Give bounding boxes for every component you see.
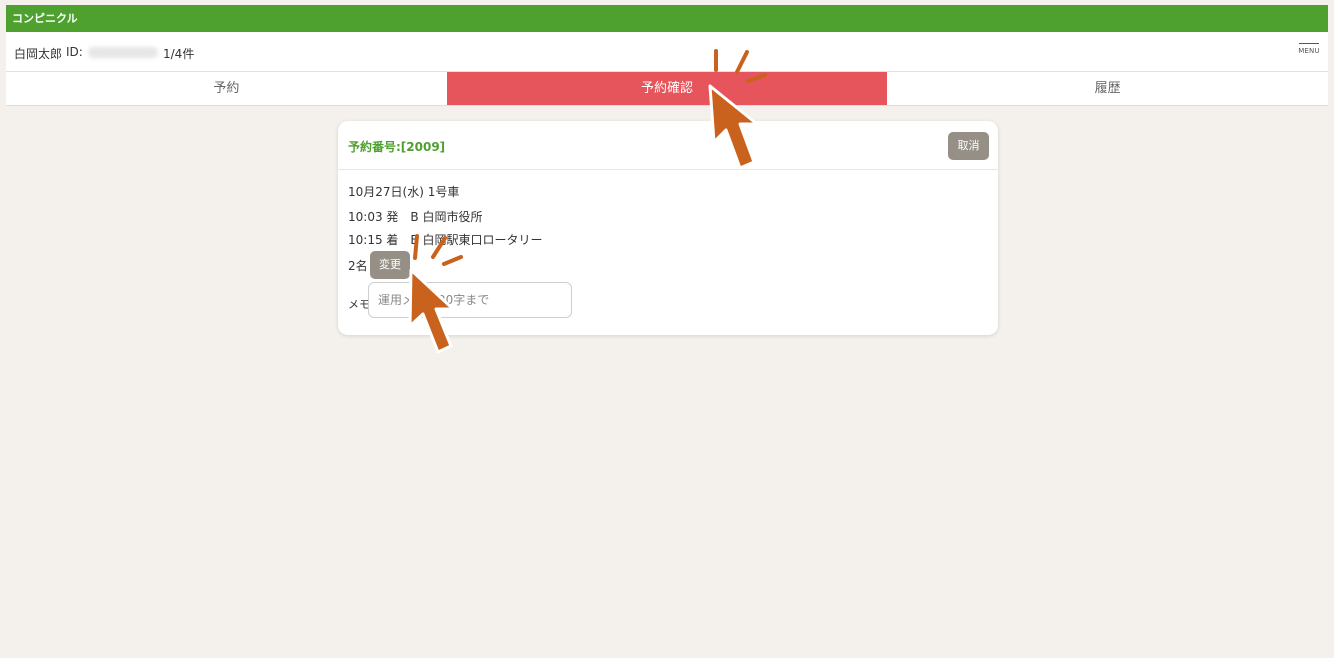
user-id-redacted: [88, 47, 158, 58]
reservation-number: 予約番号:[2009]: [348, 140, 446, 154]
app-title: コンピニクル: [12, 12, 78, 25]
passenger-count: 2名: [348, 259, 368, 273]
app-frame: コンピニクル 白岡太郎 ID: 1/4件 MENU 予約 予約確認 履歴 予約番…: [6, 5, 1328, 658]
reservation-date: 10月27日(水) 1号車: [348, 185, 460, 199]
reservation-count: 1/4件: [163, 47, 195, 61]
reservation-card: 予約番号:[2009] 取消 10月27日(水) 1号車 10:03 発 B 白…: [338, 121, 998, 335]
arrival-line: 10:15 着 B 白岡駅東口ロータリー: [348, 233, 543, 247]
user-name: 白岡太郎: [14, 47, 63, 61]
tab-reservation[interactable]: 予約: [6, 72, 447, 105]
memo-label: メモ: [348, 298, 370, 311]
tab-reservation-confirm[interactable]: 予約確認: [446, 72, 888, 105]
user-id-label: ID:: [66, 45, 83, 59]
app-title-bar: コンピニクル: [6, 5, 1328, 32]
menu-label: MENU: [1298, 47, 1320, 55]
reservation-card-header: 予約番号:[2009] 取消: [338, 121, 998, 170]
menu-button[interactable]: MENU: [1296, 40, 1322, 66]
tab-bar: 予約 予約確認 履歴: [6, 72, 1328, 106]
memo-input[interactable]: [368, 282, 572, 318]
hamburger-menu-icon: [1299, 43, 1319, 44]
tab-history[interactable]: 履歴: [887, 72, 1328, 105]
cancel-button[interactable]: 取消: [948, 132, 989, 160]
departure-line: 10:03 発 B 白岡市役所: [348, 210, 483, 224]
change-button[interactable]: 変更: [370, 251, 410, 279]
user-bar: 白岡太郎 ID: 1/4件 MENU: [6, 32, 1328, 72]
